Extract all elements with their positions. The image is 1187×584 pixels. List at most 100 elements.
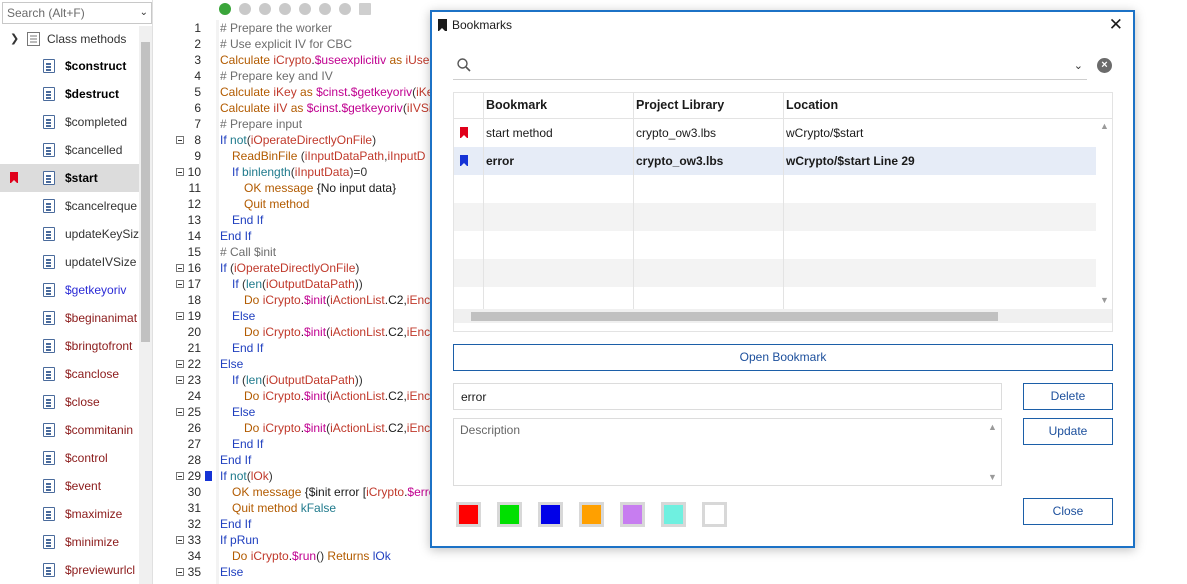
trace-icon[interactable] bbox=[319, 3, 331, 15]
line-number: 3 bbox=[194, 53, 201, 67]
table-row[interactable] bbox=[454, 259, 1096, 287]
table-horizontal-scrollbar[interactable] bbox=[454, 309, 1112, 323]
scroll-up-icon[interactable]: ▲ bbox=[988, 422, 997, 432]
horizontal-scrollbar-thumb[interactable] bbox=[471, 312, 998, 321]
tree-item[interactable]: updateKeySiz bbox=[0, 220, 139, 248]
clear-search-icon[interactable]: × bbox=[1097, 58, 1112, 73]
chevron-down-icon[interactable]: ⌄ bbox=[140, 7, 148, 18]
code-token: iIV bbox=[273, 101, 288, 115]
code-token: If bbox=[232, 277, 243, 291]
method-document-icon bbox=[43, 255, 55, 269]
tree-item[interactable]: $maximize bbox=[0, 500, 139, 528]
step-over-icon[interactable] bbox=[279, 3, 291, 15]
chevron-down-icon[interactable]: ⌄ bbox=[1074, 59, 1083, 72]
tree-item[interactable]: $cancelreque bbox=[0, 192, 139, 220]
color-swatch[interactable] bbox=[661, 502, 686, 527]
tree-item[interactable]: $beginanimat bbox=[0, 304, 139, 332]
step-out-icon[interactable] bbox=[299, 3, 311, 15]
tree-scrollbar-thumb[interactable] bbox=[141, 42, 150, 342]
code-text: Quit method bbox=[244, 196, 309, 212]
tree-item-label: $commitanin bbox=[65, 423, 134, 437]
tree-item-label: $construct bbox=[65, 59, 127, 73]
color-swatch[interactable] bbox=[538, 502, 563, 527]
tree-item[interactable]: $minimize bbox=[0, 528, 139, 556]
color-swatch[interactable] bbox=[579, 502, 604, 527]
code-token: iActionList bbox=[330, 293, 385, 307]
line-number: 6 bbox=[194, 101, 201, 115]
go-icon[interactable] bbox=[339, 3, 351, 15]
tree-item[interactable]: $completed bbox=[0, 108, 139, 136]
open-bookmark-button[interactable]: Open Bookmark bbox=[453, 344, 1113, 371]
bookmark-search-input[interactable] bbox=[479, 57, 1059, 77]
code-token: Else bbox=[232, 309, 256, 323]
code-token: iOperateDirectlyOnFile bbox=[234, 261, 356, 275]
dialog-titlebar[interactable]: Bookmarks ✕ bbox=[432, 12, 1133, 40]
code-token: $init bbox=[304, 389, 327, 403]
description-field[interactable] bbox=[454, 419, 982, 485]
column-header-location[interactable]: Location bbox=[786, 98, 838, 112]
bookmark-name-field[interactable] bbox=[453, 383, 1002, 410]
scroll-up-icon[interactable]: ▲ bbox=[1100, 121, 1109, 131]
expand-chevron-icon[interactable]: ❯ bbox=[10, 26, 19, 52]
tree-item[interactable]: $event bbox=[0, 472, 139, 500]
tree-item[interactable]: $commitanin bbox=[0, 416, 139, 444]
tree-search-input[interactable] bbox=[3, 3, 131, 23]
scroll-down-icon[interactable]: ▼ bbox=[988, 472, 997, 482]
code-text: Else bbox=[220, 564, 243, 580]
table-row[interactable] bbox=[454, 175, 1096, 203]
color-swatch[interactable] bbox=[456, 502, 481, 527]
table-row[interactable] bbox=[454, 203, 1096, 231]
color-swatch[interactable] bbox=[620, 502, 645, 527]
code-token: $getkeyoriv bbox=[350, 85, 413, 99]
close-icon[interactable]: ✕ bbox=[1109, 15, 1123, 35]
column-header-bookmark[interactable]: Bookmark bbox=[486, 98, 547, 112]
update-button[interactable]: Update bbox=[1023, 418, 1113, 445]
tree-scrollbar[interactable] bbox=[139, 26, 152, 584]
method-document-icon bbox=[43, 479, 55, 493]
stop-icon[interactable] bbox=[359, 3, 371, 15]
code-token: .C2, bbox=[384, 421, 407, 435]
table-row[interactable]: error crypto_ow3.lbs wCrypto/$start Line 2… bbox=[454, 147, 1096, 175]
line-number: 14 bbox=[187, 229, 201, 243]
table-row[interactable] bbox=[454, 231, 1096, 259]
swatch-fill bbox=[664, 505, 683, 524]
code-token: End If bbox=[220, 453, 252, 467]
tree-item[interactable]: $cancelled bbox=[0, 136, 139, 164]
bookmarks-table: Bookmark Project Library Location start … bbox=[453, 92, 1113, 332]
close-button[interactable]: Close bbox=[1023, 498, 1113, 525]
bookmark-search-box[interactable]: ⌄ bbox=[453, 54, 1087, 80]
code-text: OK message {No input data} bbox=[244, 180, 396, 196]
code-token: )=0 bbox=[349, 165, 368, 179]
tree-item[interactable]: $control bbox=[0, 444, 139, 472]
tree-search-box[interactable]: ⌄ bbox=[2, 2, 152, 24]
line-number: 10 bbox=[187, 165, 201, 179]
line-number: 28 bbox=[187, 453, 201, 467]
tree-item[interactable]: $start bbox=[0, 164, 139, 192]
method-document-icon bbox=[43, 311, 55, 325]
code-line[interactable]: 35 Else bbox=[153, 564, 1187, 580]
code-token: iActionList bbox=[330, 325, 385, 339]
tree-item[interactable]: updateIVSize bbox=[0, 248, 139, 276]
table-vertical-scrollbar[interactable]: ▲ ▼ bbox=[1096, 119, 1112, 309]
tree-item[interactable]: $getkeyoriv bbox=[0, 276, 139, 304]
tree-item[interactable]: $construct bbox=[0, 52, 139, 80]
tree-item[interactable]: $previewurlcl bbox=[0, 556, 139, 584]
tree-item[interactable]: $bringtofront bbox=[0, 332, 139, 360]
column-header-library[interactable]: Project Library bbox=[636, 98, 724, 112]
line-number: 26 bbox=[187, 421, 201, 435]
color-swatch[interactable] bbox=[497, 502, 522, 527]
step-into-icon[interactable] bbox=[259, 3, 271, 15]
delete-button[interactable]: Delete bbox=[1023, 383, 1113, 410]
run-icon[interactable] bbox=[219, 3, 231, 15]
tree-item[interactable]: $destruct bbox=[0, 80, 139, 108]
scroll-down-icon[interactable]: ▼ bbox=[1100, 295, 1109, 305]
tree-item[interactable]: $canclose bbox=[0, 360, 139, 388]
color-swatch[interactable] bbox=[702, 502, 727, 527]
description-scrollbar[interactable]: ▲ ▼ bbox=[983, 419, 1001, 485]
table-row[interactable]: start method crypto_ow3.lbs wCrypto/$start bbox=[454, 119, 1096, 147]
tree-item[interactable]: $close bbox=[0, 388, 139, 416]
code-line[interactable]: 34 Do iCrypto.$run() Returns lOk bbox=[153, 548, 1187, 564]
swatch-fill bbox=[500, 505, 519, 524]
step-icon[interactable] bbox=[239, 3, 251, 15]
tree-root-class-methods[interactable]: ❯ Class methods bbox=[0, 26, 139, 52]
